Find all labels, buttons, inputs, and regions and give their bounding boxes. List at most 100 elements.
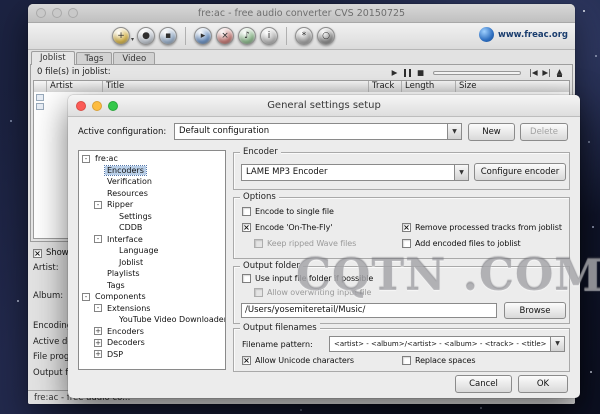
eject-button[interactable]: ▲ [553,66,566,79]
save-joblist-icon[interactable]: ▪ [159,27,177,45]
dialog-titlebar[interactable]: General settings setup [68,95,580,117]
tree-item-ripper[interactable]: -Ripper [79,199,225,211]
column-header-select[interactable] [34,81,47,92]
allow-unicode-option: Allow Unicode characters [242,356,354,365]
tree-item-joblist[interactable]: Joblist [79,257,225,269]
tab-tags[interactable]: Tags [76,52,113,64]
start-conversion-icon[interactable]: ▸ [194,27,212,45]
chevron-down-icon[interactable]: ▼ [454,165,468,180]
freac-link-label: www.freac.org [498,30,568,40]
replace-spaces-checkbox[interactable] [402,356,411,365]
quit-icon[interactable]: ○ [317,27,335,45]
main-traffic-lights [36,8,78,18]
output-folder-path-input[interactable]: /Users/yosemiteretail/Music/ [241,303,497,318]
filename-pattern-dropdown[interactable]: <artist> - <album>/<artist> - <album> - … [329,336,565,352]
dialog-minimize-button[interactable] [92,101,102,111]
keep-ripped-wave-option: Keep ripped Wave files [254,239,356,248]
tab-joblist[interactable]: Joblist [31,51,75,65]
tree-item-label: CDDB [117,223,144,232]
tree-item-interface[interactable]: -Interface [79,234,225,246]
toolbar-icons: +▾●▪ ▸×♪i *○ [110,27,337,45]
pause-button[interactable] [401,66,414,79]
collapse-icon[interactable]: - [94,235,102,243]
open-audio-files-icon[interactable]: + [112,27,130,45]
tree-item-label: Tags [105,281,127,290]
tree-item-youtube-video-downloader[interactable]: YouTube Video Downloader [79,314,225,326]
tree-item-language[interactable]: Language [79,245,225,257]
cddb-query-icon[interactable]: ♪ [238,27,256,45]
tree-item-label: Components [93,292,148,301]
cancel-button[interactable]: Cancel [455,375,512,393]
dialog-zoom-button[interactable] [108,101,118,111]
tree-item-tags[interactable]: Tags [79,280,225,292]
tab-video[interactable]: Video [113,52,155,64]
collapse-icon[interactable]: - [94,304,102,312]
expand-icon[interactable]: + [94,350,102,358]
column-header-title[interactable]: Title [103,81,369,92]
joblist-row-marker [36,94,44,101]
delete-configuration-button[interactable]: Delete [520,123,568,141]
tree-item-components[interactable]: -Components [79,291,225,303]
encode-to-single-file-checkbox[interactable] [242,207,251,216]
output-filenames-group: Output filenames Filename pattern: <arti… [233,328,570,372]
tree-item-encoders[interactable]: +Encoders [79,326,225,338]
next-button[interactable]: ▶| [540,66,553,79]
column-header-length[interactable]: Length [402,81,456,92]
use-input-folder-checkbox[interactable] [242,274,251,283]
ok-button[interactable]: OK [518,375,568,393]
column-header-artist[interactable]: Artist [47,81,103,92]
general-settings-icon[interactable]: * [295,27,313,45]
configure-encoder-button[interactable]: Configure encoder [474,163,566,181]
tab-bar: JoblistTagsVideo [30,50,155,64]
open-audio-cd-icon[interactable]: ● [137,27,155,45]
tree-item-fre-ac[interactable]: -fre:ac [79,153,225,165]
tree-item-label: Verification [105,177,154,186]
tree-item-settings[interactable]: Settings [79,211,225,223]
previous-button[interactable]: |◀ [527,66,540,79]
allow-unicode-checkbox[interactable] [242,356,251,365]
stop-conversion-icon[interactable]: × [216,27,234,45]
tree-item-encoders[interactable]: Encoders [79,165,225,177]
tree-item-verification[interactable]: Verification [79,176,225,188]
main-titlebar[interactable]: fre:ac - free audio converter CVS 201507… [28,4,575,23]
stop-button[interactable]: ■ [414,66,427,79]
browse-button[interactable]: Browse [504,302,566,319]
collapse-icon[interactable]: - [82,293,90,301]
column-header-size[interactable]: Size [456,81,569,92]
add-encoded-files-checkbox[interactable] [402,239,411,248]
checkbox-label: Allow Unicode characters [255,356,354,365]
main-close-button[interactable] [36,8,46,18]
show-title-info-checkbox[interactable] [33,249,42,258]
dialog-close-button[interactable] [76,101,86,111]
tree-item-dsp[interactable]: +DSP [79,349,225,361]
tree-item-playlists[interactable]: Playlists [79,268,225,280]
expand-icon[interactable]: + [94,327,102,335]
encoder-dropdown[interactable]: LAME MP3 Encoder ▼ [241,164,469,181]
keep-ripped-wave-checkbox[interactable] [254,239,263,248]
encoder-value: LAME MP3 Encoder [246,167,327,177]
toolbar-dropdown-caret-icon[interactable]: ▾ [131,36,134,43]
allow-overwriting-checkbox[interactable] [254,288,263,297]
expand-icon[interactable]: + [94,339,102,347]
play-button[interactable]: ▶ [388,66,401,79]
encode-on-the-fly-checkbox[interactable] [242,223,251,232]
tree-item-extensions[interactable]: -Extensions [79,303,225,315]
main-minimize-button[interactable] [52,8,62,18]
tree-item-decoders[interactable]: +Decoders [79,337,225,349]
cddb-submit-icon[interactable]: i [260,27,278,45]
new-configuration-button[interactable]: New [468,123,515,141]
chevron-down-icon[interactable]: ▼ [550,337,564,351]
tree-item-label: Interface [105,235,145,244]
freac-website-link[interactable]: www.freac.org [479,27,568,42]
collapse-icon[interactable]: - [94,201,102,209]
chevron-down-icon[interactable]: ▼ [447,124,461,139]
tree-item-resources[interactable]: Resources [79,188,225,200]
collapse-icon[interactable]: - [82,155,90,163]
seek-slider[interactable] [433,71,521,75]
active-configuration-dropdown[interactable]: Default configuration ▼ [174,123,462,140]
remove-processed-tracks-checkbox[interactable] [402,223,411,232]
column-header-track[interactable]: Track [369,81,402,92]
tree-item-label: Joblist [117,258,145,267]
main-zoom-button[interactable] [68,8,78,18]
tree-item-cddb[interactable]: CDDB [79,222,225,234]
